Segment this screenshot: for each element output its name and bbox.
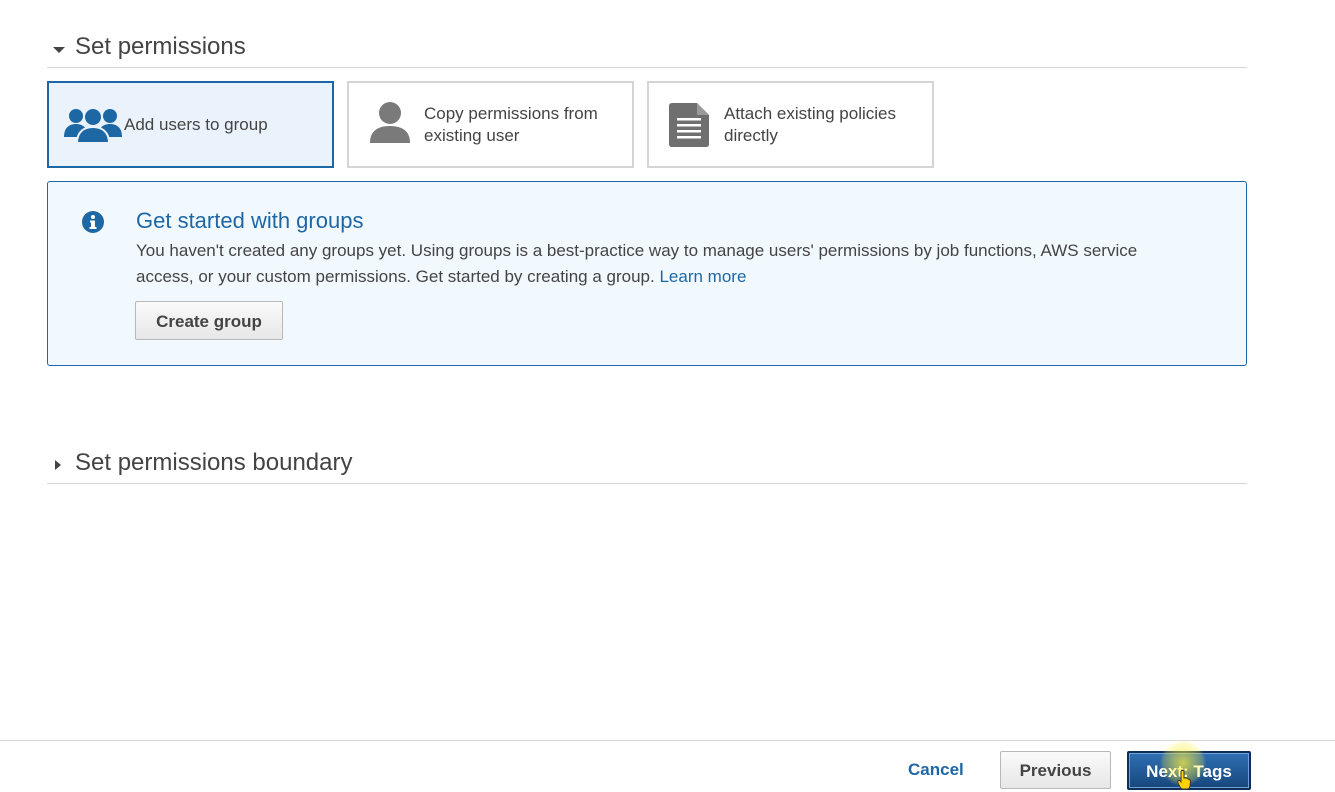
info-body-text: You haven't created any groups yet. Usin… [136,241,1138,286]
wizard-footer: Cancel Previous Next: Tags [0,740,1335,792]
set-permissions-header[interactable]: Set permissions [47,31,1247,68]
create-group-button[interactable]: Create group [135,301,283,340]
info-icon [82,211,104,238]
set-permissions-page: Set permissions Add users to group Copy … [0,0,1335,792]
set-permissions-title[interactable]: Set permissions [75,33,246,61]
document-icon [669,103,709,152]
user-icon [369,101,411,148]
permissions-boundary-header[interactable]: Set permissions boundary [47,447,1247,484]
option-label: Copy permissions from existing user [424,104,598,145]
info-heading: Get started with groups [136,208,364,233]
caret-right-icon[interactable] [55,460,61,470]
option-label: Attach existing policies directly [724,104,896,145]
cancel-link[interactable]: Cancel [908,760,964,780]
option-copy-permissions[interactable]: Copy permissions from existing user [347,81,634,168]
previous-button[interactable]: Previous [1000,751,1111,789]
option-add-users-to-group[interactable]: Add users to group [47,81,334,168]
option-label: Add users to group [124,115,268,134]
users-group-icon [64,105,122,150]
caret-down-icon[interactable] [53,47,65,53]
option-attach-policies[interactable]: Attach existing policies directly [647,81,934,168]
next-tags-button[interactable]: Next: Tags [1127,751,1251,790]
info-body: You haven't created any groups yet. Usin… [136,238,1196,290]
groups-info-box: Get started with groups You haven't crea… [47,181,1247,366]
permissions-boundary-title[interactable]: Set permissions boundary [75,449,352,477]
learn-more-link[interactable]: Learn more [659,267,746,286]
